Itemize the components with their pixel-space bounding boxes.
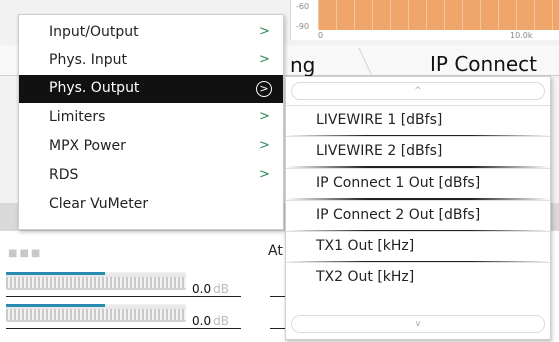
scroll-up-button[interactable]: ^ (291, 82, 545, 100)
level-meter-1 (6, 272, 186, 290)
submenu-item-label: LIVEWIRE 1 [dBfs] (316, 112, 443, 128)
meter-divider (6, 328, 241, 329)
menu-item-phys-input[interactable]: Phys. Input > (19, 47, 283, 75)
meter-value-1: 0.0 dB (192, 282, 229, 296)
panel-label: At (268, 243, 283, 259)
graph-tick-x1: 10.0k (510, 31, 533, 40)
menu-item-input-output[interactable]: Input/Output > (19, 19, 283, 47)
submenu-item-tx2-out[interactable]: TX2 Out [kHz] (286, 262, 550, 293)
menu-item-phys-output[interactable]: Phys. Output > (19, 75, 283, 103)
meter-divider-right (270, 328, 286, 329)
submenu-item-label: LIVEWIRE 2 [dBfs] (316, 143, 443, 159)
level-meter-2 (6, 304, 186, 322)
submenu-item-tx1-out[interactable]: TX1 Out [kHz] (286, 231, 550, 263)
submenu-item-livewire-2[interactable]: LIVEWIRE 2 [dBfs] (286, 136, 550, 168)
tab-partial[interactable]: ng (290, 53, 315, 77)
menu-item-label: Clear VuMeter (49, 196, 149, 212)
menu-item-label: Limiters (49, 109, 106, 125)
graph-tick-top: -60 (296, 2, 310, 11)
submenu-item-livewire-1[interactable]: LIVEWIRE 1 [dBfs] (286, 105, 550, 137)
tab-ip-connect[interactable]: IP Connect (430, 52, 537, 76)
menu-item-mpx-power[interactable]: MPX Power > (19, 133, 283, 161)
submenu-item-label: TX2 Out [kHz] (316, 269, 415, 285)
meter-value-unit: dB (213, 282, 229, 296)
context-menu: Input/Output > Phys. Input > Phys. Outpu… (18, 14, 284, 230)
submenu-phys-output: ^ LIVEWIRE 1 [dBfs] LIVEWIRE 2 [dBfs] IP… (285, 76, 551, 340)
submenu-arrow-icon: > (259, 138, 270, 153)
meter-level-bar (6, 272, 105, 275)
meter-level-bar (6, 304, 105, 307)
meter-value-unit: dB (213, 314, 229, 328)
menu-item-clear-vumeter[interactable]: Clear VuMeter (19, 191, 283, 219)
menu-item-label: Phys. Input (49, 52, 128, 68)
submenu-arrow-icon: > (259, 24, 270, 39)
meter-value-number: 0.0 (192, 314, 212, 328)
submenu-item-label: IP Connect 2 Out [dBfs] (316, 207, 481, 223)
graph-tick-mid: -90 (296, 22, 310, 31)
meter-scale (6, 277, 186, 288)
submenu-item-label: IP Connect 1 Out [dBfs] (316, 175, 481, 191)
meter-value-number: 0.0 (192, 282, 212, 296)
menu-item-label: Phys. Output (49, 80, 140, 96)
drag-handle-icon[interactable]: ■■■ (8, 248, 42, 259)
submenu-item-ip-connect-2-out[interactable]: IP Connect 2 Out [dBfs] (286, 200, 550, 232)
submenu-item-ip-connect-1-out[interactable]: IP Connect 1 Out [dBfs] (286, 168, 550, 200)
submenu-arrow-icon: > (259, 52, 270, 67)
graph-tick-x0: 0 (318, 31, 324, 40)
spectrum-fill (318, 0, 559, 30)
menu-item-label: RDS (49, 167, 79, 183)
meter-divider (6, 296, 241, 297)
scroll-down-button[interactable]: v (291, 315, 545, 333)
menu-item-rds[interactable]: RDS > (19, 162, 283, 190)
menu-item-limiters[interactable]: Limiters > (19, 104, 283, 132)
menu-item-label: Input/Output (49, 24, 139, 40)
meter-value-2: 0.0 dB (192, 314, 229, 328)
submenu-item-label: TX1 Out [kHz] (316, 238, 415, 254)
submenu-arrow-icon: > (256, 81, 272, 97)
submenu-arrow-icon: > (259, 167, 270, 182)
menu-item-label: MPX Power (49, 138, 126, 154)
meter-divider-right (270, 296, 286, 297)
submenu-arrow-icon: > (259, 109, 270, 124)
meter-scale (6, 309, 186, 320)
